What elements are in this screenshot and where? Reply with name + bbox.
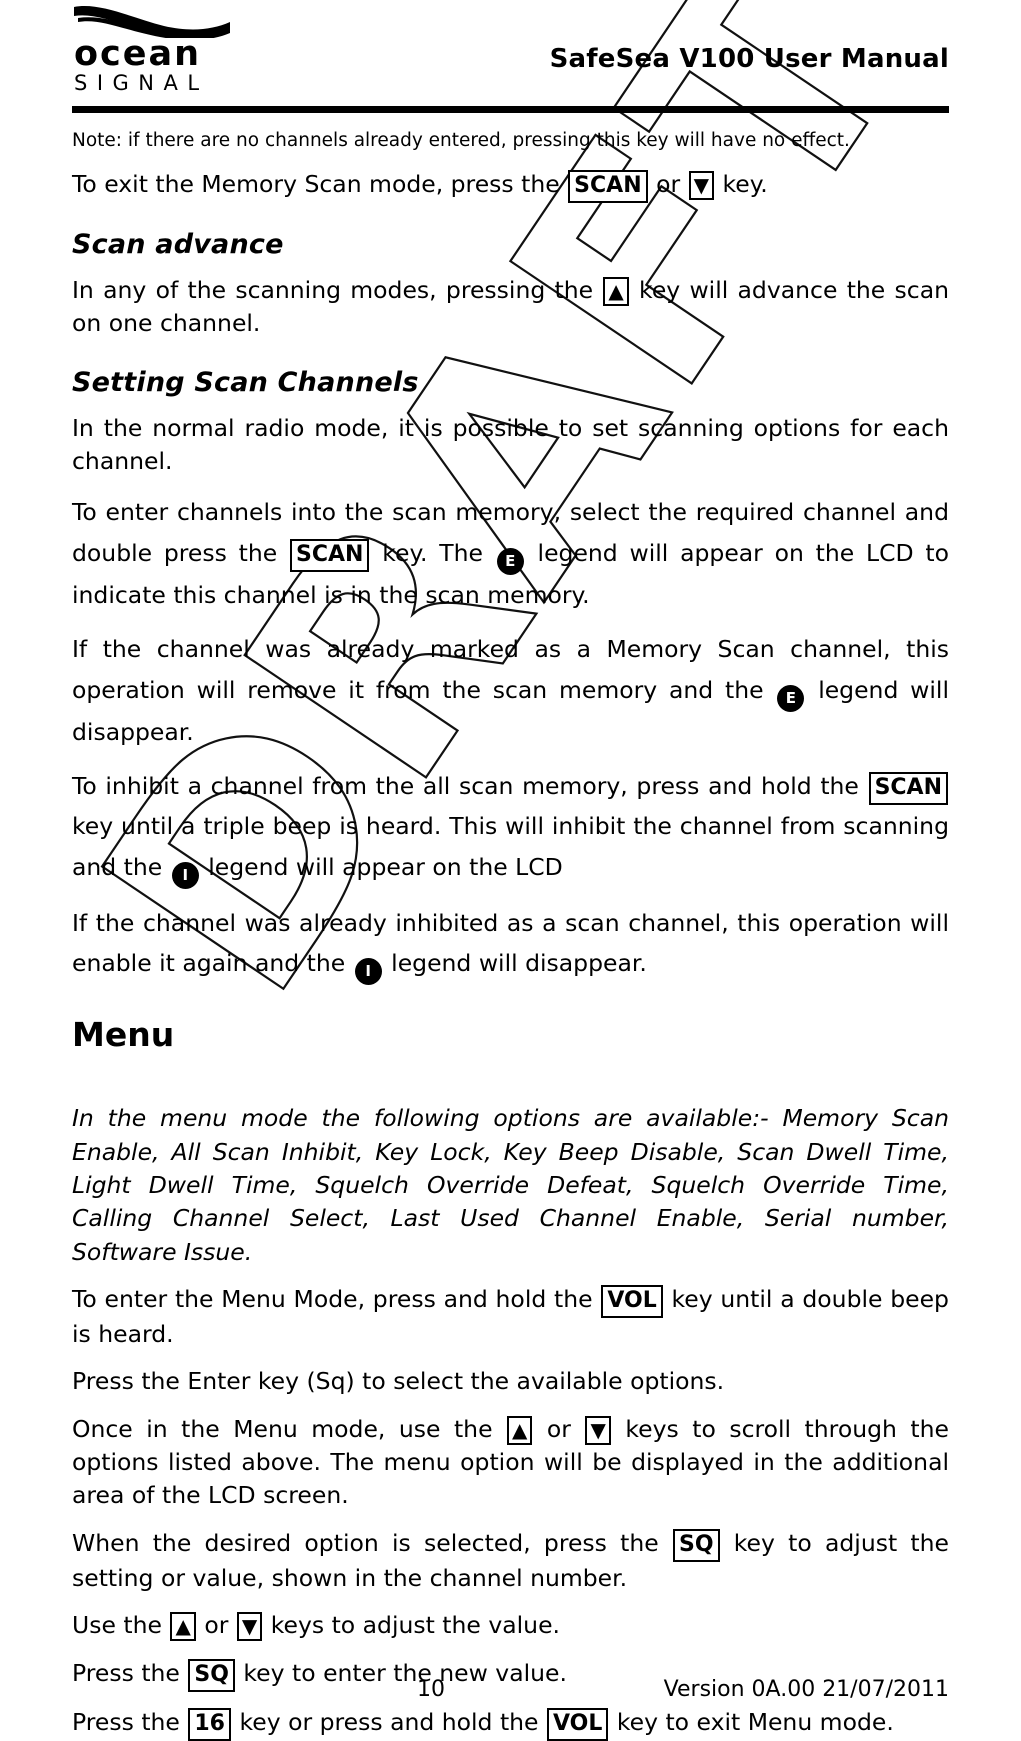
menu-use-keys-paragraph: Use the ▲ or ▼ keys to adjust the value. xyxy=(72,1609,949,1642)
version-label: Version 0A.00 21/07/2011 xyxy=(663,1677,949,1702)
manual-page: DRAFT ocean SIGNAL SafeSea V100 User Man… xyxy=(0,0,1021,1741)
memory-scan-legend-badge: E xyxy=(777,684,805,712)
setting-scan-paragraph-1: In the normal radio mode, it is possible… xyxy=(72,413,949,476)
menu-scroll-text-1: Once in the Menu mode, use the xyxy=(72,1414,493,1443)
setting-scan-paragraph-4: To inhibit a channel from the all scan m… xyxy=(72,766,949,889)
menu-scroll-paragraph: Once in the Menu mode, use the ▲ or ▼ ke… xyxy=(72,1413,949,1513)
scan-key[interactable]: SCAN xyxy=(290,538,370,572)
setting-scan-paragraph-2: To enter channels into the scan memory, … xyxy=(72,492,949,615)
setting-scan-p5-text-2: legend will disappear. xyxy=(391,949,647,978)
setting-scan-p2-text-2: key. The xyxy=(382,538,483,567)
menu-adjust-text-1: When the desired option is selected, pre… xyxy=(72,1528,659,1557)
up-arrow-key[interactable]: ▲ xyxy=(603,276,629,306)
scan-advance-heading: Scan advance xyxy=(72,228,284,260)
scan-key[interactable]: SCAN xyxy=(568,169,648,203)
channel-16-key[interactable]: 16 xyxy=(188,1707,231,1741)
setting-scan-paragraph-5: If the channel was already inhibited as … xyxy=(72,903,949,986)
menu-use-text-2: or xyxy=(204,1611,229,1640)
memory-scan-legend-badge: E xyxy=(496,547,524,575)
ocean-signal-logo: ocean SIGNAL xyxy=(72,0,242,95)
exit-memory-scan-text-1: To exit the Memory Scan mode, press the xyxy=(72,169,560,198)
setting-scan-p4-text-3: legend will appear on the LCD xyxy=(208,852,563,881)
note-paragraph: Note: if there are no channels already e… xyxy=(72,130,850,151)
menu-use-text-1: Use the xyxy=(72,1611,162,1640)
setting-scan-channels-heading: Setting Scan Channels xyxy=(72,366,419,398)
vol-key[interactable]: VOL xyxy=(547,1707,609,1741)
menu-select-paragraph: Press the Enter key (Sq) to select the a… xyxy=(72,1367,725,1396)
sq-key[interactable]: SQ xyxy=(672,1528,720,1562)
down-arrow-key[interactable]: ▼ xyxy=(585,1415,611,1445)
vol-key[interactable]: VOL xyxy=(601,1285,663,1319)
menu-adjust-paragraph: When the desired option is selected, pre… xyxy=(72,1527,949,1595)
setting-scan-p4-text-1: To inhibit a channel from the all scan m… xyxy=(72,772,859,801)
menu-enter-paragraph: To enter the Menu Mode, press and hold t… xyxy=(72,1283,949,1351)
up-arrow-key[interactable]: ▲ xyxy=(507,1415,533,1445)
scan-key[interactable]: SCAN xyxy=(868,772,948,806)
menu-exit-paragraph: Press the 16 key or press and hold the V… xyxy=(72,1706,949,1741)
menu-exit-text-2: key or press and hold the xyxy=(239,1707,539,1736)
menu-use-text-3: keys to adjust the value. xyxy=(270,1611,560,1640)
setting-scan-paragraph-3: If the channel was already marked as a M… xyxy=(72,629,949,752)
document-title: SafeSea V100 User Manual xyxy=(549,44,949,74)
logo-subwordmark: SIGNAL xyxy=(74,71,209,96)
exit-memory-scan-text-3: key. xyxy=(722,169,768,198)
menu-heading: Menu xyxy=(72,1015,175,1055)
inhibit-legend-badge: I xyxy=(354,958,382,986)
header-rule xyxy=(72,106,949,113)
scan-advance-paragraph: In any of the scanning modes, pressing t… xyxy=(72,274,949,341)
down-arrow-key[interactable]: ▼ xyxy=(236,1612,263,1642)
up-arrow-key[interactable]: ▲ xyxy=(170,1612,196,1642)
exit-memory-scan-text-2: or xyxy=(656,169,681,198)
scan-advance-text-1: In any of the scanning modes, pressing t… xyxy=(72,275,594,304)
inhibit-legend-badge: I xyxy=(171,861,199,889)
menu-enter-text-1: To enter the Menu Mode, press and hold t… xyxy=(72,1285,593,1314)
page-footer: 10 Version 0A.00 21/07/2011 xyxy=(0,1677,1021,1702)
logo-wordmark: ocean xyxy=(74,34,202,74)
exit-memory-scan-paragraph: To exit the Memory Scan mode, press the … xyxy=(72,168,949,203)
page-content: Note: if there are no channels already e… xyxy=(0,129,1021,1741)
menu-scroll-text-2: or xyxy=(546,1414,571,1443)
wave-swoosh-icon xyxy=(74,6,230,38)
menu-exit-text-3: key to exit Menu mode. xyxy=(616,1707,894,1736)
menu-options-paragraph: In the menu mode the following options a… xyxy=(72,1104,949,1266)
down-arrow-key[interactable]: ▼ xyxy=(688,170,715,200)
page-number: 10 xyxy=(417,1677,445,1702)
page-header: ocean SIGNAL SafeSea V100 User Manual xyxy=(0,0,1021,100)
menu-exit-text-1: Press the xyxy=(72,1707,180,1736)
